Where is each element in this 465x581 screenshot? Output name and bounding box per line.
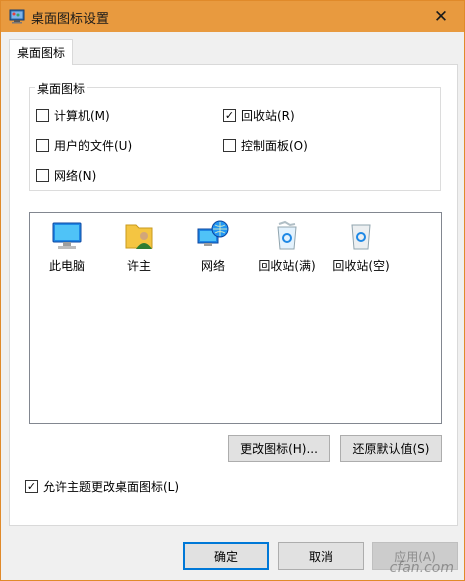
icon-item-network[interactable]: 网络 — [176, 219, 250, 274]
checkbox-label: 允许主题更改桌面图标(L) — [43, 480, 180, 494]
watermark-text: cfan.com — [389, 560, 454, 576]
groupbox-legend: 桌面图标 — [35, 80, 88, 97]
tab-label: 桌面图标 — [16, 46, 65, 60]
computer-icon — [52, 222, 82, 249]
icon-label: 许主 — [126, 259, 151, 273]
restore-default-button[interactable]: 还原默认值(S) — [340, 435, 442, 462]
icon-item-user-files[interactable]: 许主 — [102, 219, 176, 274]
network-icon — [197, 220, 229, 246]
button-label: 取消 — [308, 549, 333, 564]
checkbox-label: 网络(N) — [54, 169, 97, 183]
window-title: 桌面图标设置 — [31, 12, 110, 27]
checkbox-computer[interactable]: 计算机(M) — [36, 107, 110, 124]
checkbox-label: 计算机(M) — [54, 109, 110, 123]
checkbox-allow-themes[interactable]: ✓ 允许主题更改桌面图标(L) — [25, 478, 179, 495]
icon-item-recycle-bin-full[interactable]: 回收站(满) — [250, 219, 324, 274]
button-label: 确定 — [213, 549, 238, 564]
desktop-icon-settings-dialog: 桌面图标设置 ✕ 桌面图标 桌面图标 计算机(M) ✓ 回收站(R) 用户的文件… — [0, 0, 465, 581]
desktop-settings-icon — [9, 8, 25, 24]
close-icon: ✕ — [433, 6, 449, 27]
button-label: 还原默认值(S) — [352, 442, 430, 456]
icon-label: 回收站(空) — [332, 259, 390, 273]
checkbox-box[interactable] — [36, 139, 49, 152]
checkbox-label: 控制面板(O) — [241, 139, 308, 153]
change-icon-button[interactable]: 更改图标(H)... — [228, 435, 330, 462]
checkbox-box[interactable] — [36, 109, 49, 122]
user-folder-icon — [125, 224, 153, 249]
button-label: 更改图标(H)... — [240, 442, 318, 456]
close-button[interactable]: ✕ — [418, 1, 464, 32]
icon-label: 此电脑 — [48, 259, 85, 273]
icon-item-recycle-bin-empty[interactable]: 回收站(空) — [324, 219, 398, 274]
checkbox-box[interactable] — [223, 139, 236, 152]
recycle-bin-empty-icon — [351, 224, 371, 250]
icon-label: 网络 — [200, 259, 225, 273]
cancel-button[interactable]: 取消 — [278, 542, 364, 570]
tab-desktop-icons[interactable]: 桌面图标 — [9, 39, 73, 65]
checkbox-box[interactable] — [36, 169, 49, 182]
icon-label: 回收站(满) — [258, 259, 316, 273]
checkbox-label: 用户的文件(U) — [54, 139, 133, 153]
checkbox-recycle-bin[interactable]: ✓ 回收站(R) — [223, 107, 295, 124]
checkbox-control-panel[interactable]: 控制面板(O) — [223, 137, 308, 154]
icon-item-this-pc[interactable]: 此电脑 — [30, 219, 104, 274]
checkbox-user-files[interactable]: 用户的文件(U) — [36, 137, 132, 154]
recycle-bin-full-icon — [277, 220, 297, 250]
checkbox-box[interactable]: ✓ — [25, 480, 38, 493]
checkbox-label: 回收站(R) — [241, 109, 295, 123]
ok-button[interactable]: 确定 — [183, 542, 269, 570]
checkbox-network[interactable]: 网络(N) — [36, 167, 96, 184]
icon-list[interactable]: 此电脑 许主 网络 回收站(满) 回收站(空) — [29, 212, 442, 424]
checkbox-box[interactable]: ✓ — [223, 109, 236, 122]
title-bar[interactable]: 桌面图标设置 ✕ — [1, 1, 464, 32]
